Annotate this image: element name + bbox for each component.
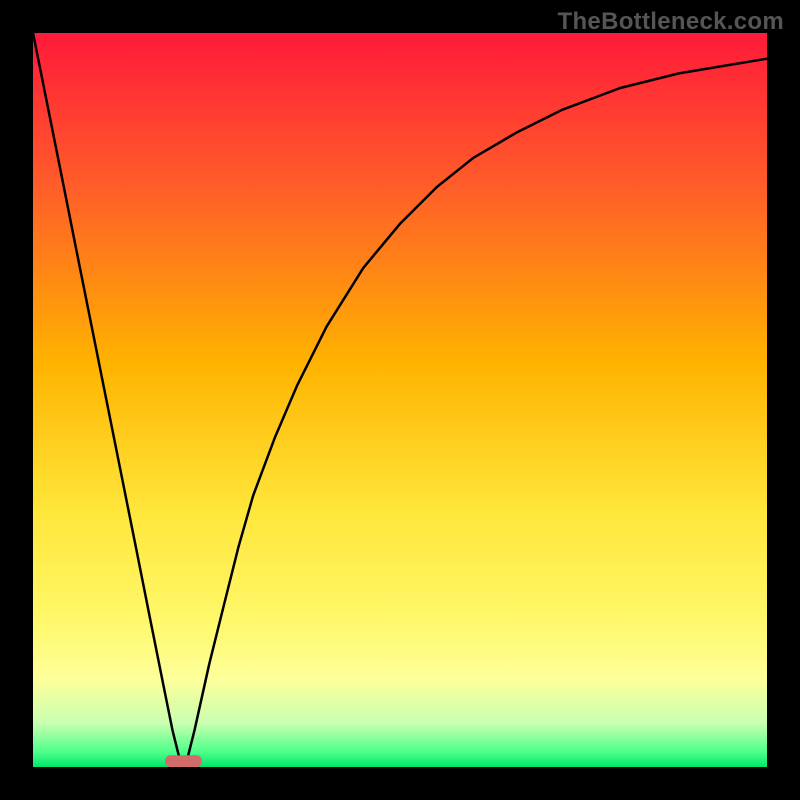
plot-area (33, 33, 767, 767)
watermark-text: TheBottleneck.com (558, 8, 784, 36)
min-marker (165, 755, 202, 767)
chart-frame: TheBottleneck.com (0, 0, 800, 800)
bottleneck-curve (33, 33, 767, 760)
curve-layer (33, 33, 767, 767)
